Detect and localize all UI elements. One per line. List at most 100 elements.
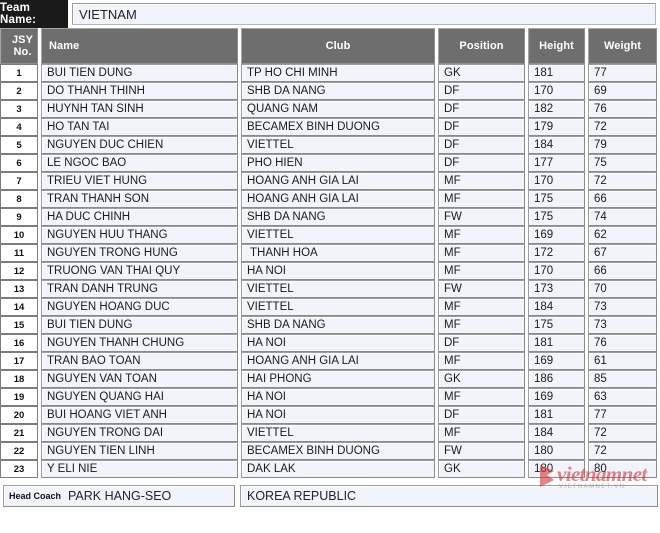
column-header-club[interactable]: Club	[238, 28, 435, 64]
column-header-jsy[interactable]: JSY No.	[0, 28, 38, 64]
cell-height[interactable]: 175	[528, 208, 585, 226]
cell-weight[interactable]: 77	[588, 406, 657, 424]
cell-club[interactable]: BECAMEX BINH DUONG	[241, 442, 435, 460]
cell-position[interactable]: DF	[438, 100, 525, 118]
cell-club[interactable]: HOANG ANH GIA LAI	[241, 190, 435, 208]
cell-height[interactable]: 173	[528, 280, 585, 298]
column-header-position[interactable]: Position	[435, 28, 525, 64]
cell-jsy[interactable]: 20	[0, 406, 38, 424]
cell-position[interactable]: MF	[438, 388, 525, 406]
cell-position[interactable]: MF	[438, 298, 525, 316]
cell-weight[interactable]: 66	[588, 190, 657, 208]
cell-jsy[interactable]: 8	[0, 190, 38, 208]
cell-height[interactable]: 179	[528, 118, 585, 136]
cell-height[interactable]: 175	[528, 316, 585, 334]
cell-club[interactable]: SHB DA NANG	[241, 82, 435, 100]
cell-weight[interactable]: 74	[588, 208, 657, 226]
cell-name[interactable]: BUI TIEN DUNG	[41, 64, 238, 82]
cell-position[interactable]: DF	[438, 334, 525, 352]
cell-jsy[interactable]: 6	[0, 154, 38, 172]
cell-jsy[interactable]: 21	[0, 424, 38, 442]
cell-weight[interactable]: 62	[588, 226, 657, 244]
cell-height[interactable]: 184	[528, 298, 585, 316]
cell-jsy[interactable]: 9	[0, 208, 38, 226]
cell-jsy[interactable]: 5	[0, 136, 38, 154]
cell-club[interactable]: TP HO CHI MINH	[241, 64, 435, 82]
cell-weight[interactable]: 79	[588, 136, 657, 154]
cell-club[interactable]: THANH HOA	[241, 244, 435, 262]
cell-weight[interactable]: 61	[588, 352, 657, 370]
cell-height[interactable]: 169	[528, 352, 585, 370]
cell-club[interactable]: HOANG ANH GIA LAI	[241, 352, 435, 370]
cell-position[interactable]: DF	[438, 154, 525, 172]
cell-jsy[interactable]: 16	[0, 334, 38, 352]
cell-weight[interactable]: 80	[588, 460, 657, 478]
cell-position[interactable]: FW	[438, 442, 525, 460]
cell-position[interactable]: MF	[438, 316, 525, 334]
cell-club[interactable]: HA NOI	[241, 388, 435, 406]
cell-position[interactable]: DF	[438, 118, 525, 136]
cell-position[interactable]: MF	[438, 424, 525, 442]
cell-name[interactable]: NGUYEN TRONG HUNG	[41, 244, 238, 262]
cell-club[interactable]: HA NOI	[241, 406, 435, 424]
cell-height[interactable]: 177	[528, 154, 585, 172]
cell-club[interactable]: VIETTEL	[241, 136, 435, 154]
cell-height[interactable]: 186	[528, 370, 585, 388]
cell-height[interactable]: 169	[528, 226, 585, 244]
cell-name[interactable]: NGUYEN THANH CHUNG	[41, 334, 238, 352]
cell-club[interactable]: HAI PHONG	[241, 370, 435, 388]
cell-position[interactable]: MF	[438, 226, 525, 244]
cell-height[interactable]: 184	[528, 424, 585, 442]
cell-position[interactable]: MF	[438, 352, 525, 370]
cell-jsy[interactable]: 17	[0, 352, 38, 370]
cell-weight[interactable]: 72	[588, 118, 657, 136]
cell-name[interactable]: HUYNH TAN SINH	[41, 100, 238, 118]
cell-height[interactable]: 170	[528, 262, 585, 280]
cell-position[interactable]: FW	[438, 280, 525, 298]
cell-height[interactable]: 180	[528, 442, 585, 460]
cell-position[interactable]: DF	[438, 82, 525, 100]
cell-position[interactable]: FW	[438, 208, 525, 226]
cell-jsy[interactable]: 13	[0, 280, 38, 298]
cell-jsy[interactable]: 7	[0, 172, 38, 190]
cell-club[interactable]: VIETTEL	[241, 298, 435, 316]
head-coach-cell[interactable]: Head Coach PARK HANG-SEO	[3, 485, 235, 507]
cell-jsy[interactable]: 22	[0, 442, 38, 460]
column-header-weight[interactable]: Weight	[585, 28, 660, 64]
cell-name[interactable]: HA DUC CHINH	[41, 208, 238, 226]
cell-club[interactable]: BECAMEX BINH DUONG	[241, 118, 435, 136]
cell-height[interactable]: 169	[528, 388, 585, 406]
cell-height[interactable]: 181	[528, 406, 585, 424]
cell-club[interactable]: PHO HIEN	[241, 154, 435, 172]
cell-height[interactable]: 175	[528, 190, 585, 208]
cell-name[interactable]: TRUONG VAN THAI QUY	[41, 262, 238, 280]
cell-jsy[interactable]: 4	[0, 118, 38, 136]
cell-position[interactable]: MF	[438, 190, 525, 208]
cell-height[interactable]: 181	[528, 64, 585, 82]
cell-jsy[interactable]: 12	[0, 262, 38, 280]
cell-jsy[interactable]: 23	[0, 460, 38, 478]
cell-jsy[interactable]: 10	[0, 226, 38, 244]
cell-name[interactable]: TRAN DANH TRUNG	[41, 280, 238, 298]
cell-position[interactable]: DF	[438, 136, 525, 154]
cell-weight[interactable]: 72	[588, 424, 657, 442]
cell-name[interactable]: BUI HOANG VIET ANH	[41, 406, 238, 424]
cell-club[interactable]: VIETTEL	[241, 226, 435, 244]
cell-name[interactable]: HO TAN TAI	[41, 118, 238, 136]
cell-weight[interactable]: 70	[588, 280, 657, 298]
cell-name[interactable]: BUI TIEN DUNG	[41, 316, 238, 334]
cell-jsy[interactable]: 14	[0, 298, 38, 316]
cell-club[interactable]: VIETTEL	[241, 424, 435, 442]
cell-name[interactable]: NGUYEN TIEN LINH	[41, 442, 238, 460]
cell-name[interactable]: NGUYEN VAN TOAN	[41, 370, 238, 388]
cell-position[interactable]: MF	[438, 262, 525, 280]
head-coach-country[interactable]: KOREA REPUBLIC	[240, 485, 658, 507]
cell-jsy[interactable]: 11	[0, 244, 38, 262]
cell-weight[interactable]: 76	[588, 334, 657, 352]
cell-name[interactable]: NGUYEN HUU THANG	[41, 226, 238, 244]
cell-position[interactable]: GK	[438, 460, 525, 478]
cell-height[interactable]: 182	[528, 100, 585, 118]
cell-jsy[interactable]: 1	[0, 64, 38, 82]
cell-weight[interactable]: 67	[588, 244, 657, 262]
cell-club[interactable]: HA NOI	[241, 262, 435, 280]
